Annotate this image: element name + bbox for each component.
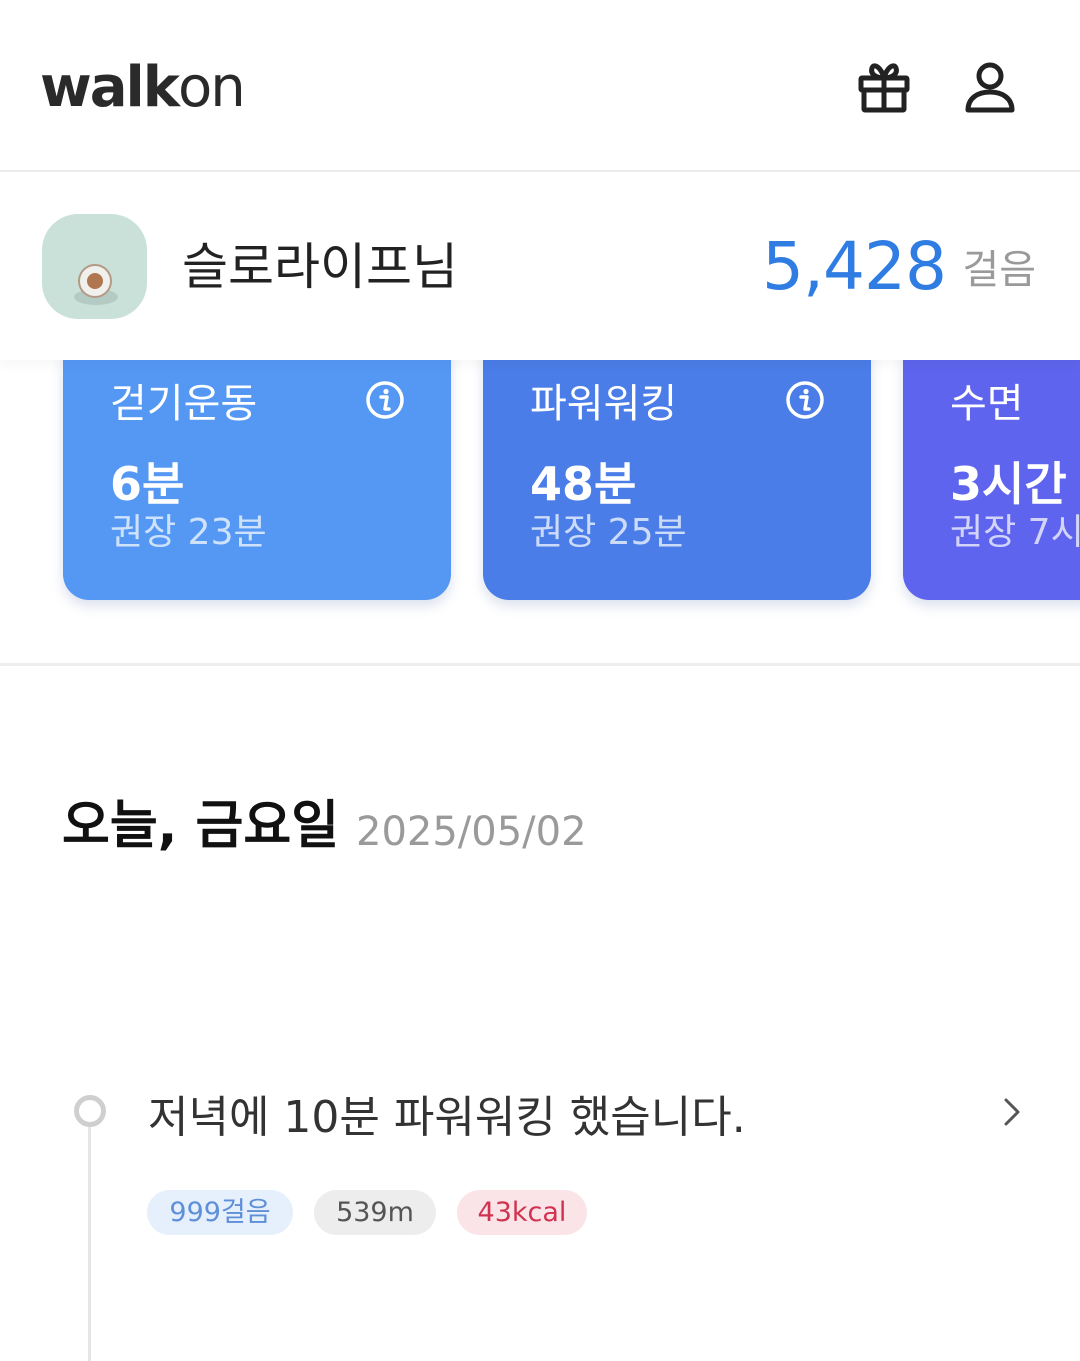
profile-summary: 슬로라이프님 5,428 걸음 [0, 172, 1080, 360]
card-power-walking[interactable]: 파워워킹 48분 권장 25분 [483, 330, 871, 600]
avatar-object-core [87, 273, 103, 289]
card-value: 6분 [110, 457, 185, 511]
activity-cards-carousel[interactable]: 걷기운동 6분 권장 23분 파워워킹 48분 권장 25분 수면 3시간 권장… [0, 330, 1080, 620]
timeline-dot [74, 1095, 106, 1127]
avatar[interactable] [42, 214, 147, 319]
timeline-line [88, 1126, 91, 1361]
total-steps: 5,428 [762, 228, 947, 305]
logo-walk: walk [40, 55, 180, 120]
user-icon[interactable] [960, 58, 1020, 118]
card-value: 48분 [530, 457, 637, 511]
section-divider [0, 663, 1080, 666]
app-screen: walkon 슬로라이프님 5,428 걸음 걷기운동 6분 권장 23분 파워… [0, 0, 1080, 1361]
card-sleep[interactable]: 수면 3시간 권장 7시 [903, 330, 1080, 600]
timeline-item[interactable]: 저녁에 10분 파워워킹 했습니다. [140, 1080, 1040, 1160]
gift-icon[interactable] [854, 58, 914, 118]
app-header: walkon [0, 0, 1080, 172]
walkon-logo: walkon [40, 52, 246, 124]
info-icon[interactable] [365, 380, 405, 420]
today-heading: 오늘, 금요일 [62, 796, 340, 856]
steps-unit: 걸음 [962, 247, 1036, 293]
calories-chip: 43kcal [457, 1190, 587, 1235]
activity-description: 저녁에 10분 파워워킹 했습니다. [148, 1092, 746, 1143]
card-recommended: 권장 23분 [110, 512, 267, 553]
card-title: 걷기운동 [110, 381, 258, 427]
steps-chip: 999걸음 [147, 1190, 293, 1235]
user-name: 슬로라이프님 [182, 238, 458, 296]
card-recommended: 권장 25분 [530, 512, 687, 553]
today-date: 2025/05/02 [356, 809, 587, 855]
card-value: 3시간 [950, 457, 1067, 511]
chevron-right-icon[interactable] [998, 1096, 1026, 1128]
card-title: 수면 [950, 381, 1024, 427]
card-recommended: 권장 7시 [950, 512, 1080, 553]
card-title: 파워워킹 [530, 381, 678, 427]
card-walking[interactable]: 걷기운동 6분 권장 23분 [63, 330, 451, 600]
logo-on: on [177, 55, 246, 120]
distance-chip: 539m [314, 1190, 436, 1235]
info-icon[interactable] [785, 380, 825, 420]
